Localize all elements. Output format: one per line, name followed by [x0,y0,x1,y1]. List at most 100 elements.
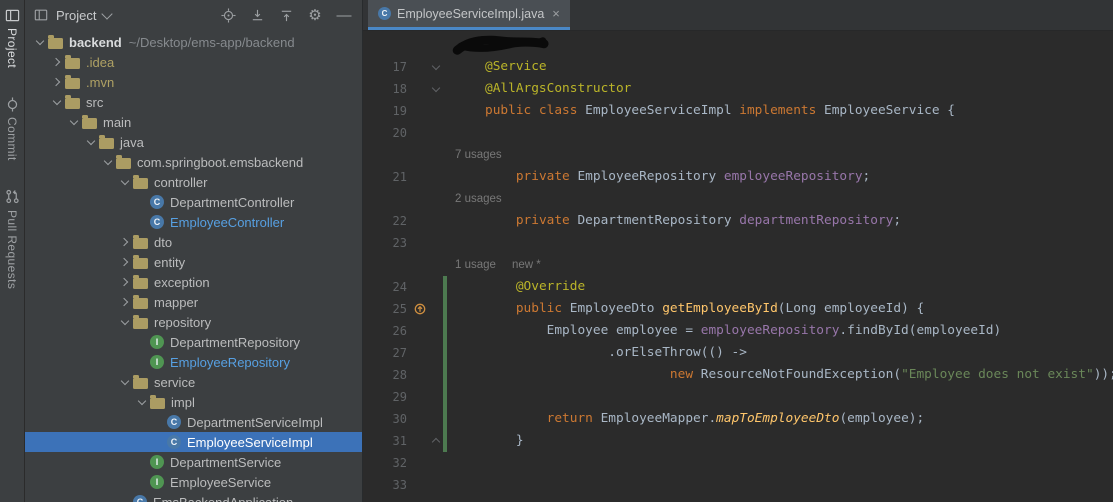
chevron-right-icon[interactable] [116,274,133,290]
tree-row[interactable]: service [25,372,362,392]
code-text: private DepartmentRepository departmentR… [447,210,1113,232]
vcs-change-bar [443,122,447,144]
close-icon[interactable]: × [552,7,560,20]
stripe-tab-project[interactable]: Project [4,0,20,75]
code-line[interactable]: 23 [363,232,1113,254]
tree-row[interactable]: exception [25,272,362,292]
tree-row[interactable]: impl [25,392,362,412]
code-line[interactable]: 31 } [363,430,1113,452]
fold-icon[interactable] [429,437,443,447]
redaction-scribble [447,34,1113,56]
chevron-down-icon[interactable] [116,314,133,330]
settings-gear-icon[interactable]: ⚙ [307,7,323,24]
chevron-down-icon[interactable] [82,134,99,150]
code-line[interactable]: 26 Employee employee = employeeRepositor… [363,320,1113,342]
fold-icon[interactable] [429,83,443,93]
code-line[interactable]: 32 [363,452,1113,474]
project-panel-title[interactable]: Project [56,8,96,23]
tree-row[interactable]: .mvn [25,72,362,92]
code-line[interactable]: 29 [363,386,1113,408]
code-line[interactable]: 22 private DepartmentRepository departme… [363,210,1113,232]
code-token: implements [739,103,817,118]
hide-icon[interactable]: — [336,7,352,24]
chevron-right-icon[interactable] [48,74,65,90]
tree-row[interactable]: backend ~/Desktop/ems-app/backend [25,32,362,52]
code-line[interactable]: 19 public class EmployeeServiceImpl imple… [363,100,1113,122]
tree-item-label: EmsBackendApplication [153,494,294,502]
interface-icon: I [150,455,164,469]
inlay-hint-row[interactable]: 7 usages [363,144,1113,166]
chevron-down-icon[interactable] [99,154,116,170]
tree-row[interactable]: controller [25,172,362,192]
code-token: } [485,433,524,448]
folder-icon [65,54,80,69]
usage-hint[interactable]: 1 usage [455,259,496,271]
code-line[interactable]: 21 private EmployeeRepository employeeRe… [363,166,1113,188]
chevron-down-icon[interactable] [31,34,48,50]
code-line[interactable]: 17 @Service [363,56,1113,78]
code-line[interactable]: 18 @AllArgsConstructor [363,78,1113,100]
chevron-right-icon[interactable] [48,54,65,70]
tree-row[interactable]: com.springboot.emsbackend [25,152,362,172]
tree-row[interactable]: I DepartmentService [25,452,362,472]
vcs-author-hint[interactable]: new * [512,259,541,271]
line-number: 19 [392,104,407,118]
line-number: 24 [392,280,407,294]
chevron-right-icon[interactable] [116,294,133,310]
tree-row[interactable]: src [25,92,362,112]
code-line[interactable]: 20 [363,122,1113,144]
tree-row[interactable]: C EmployeeController [25,212,362,232]
code-line[interactable]: 33 [363,474,1113,496]
stripe-tab-pull-requests[interactable]: Pull Requests [4,182,20,296]
expand-all-icon[interactable] [249,7,265,23]
line-number: 26 [392,324,407,338]
code-token: mapToEmployeeDto [716,411,840,426]
project-tool-icon [4,7,20,23]
locate-icon[interactable] [220,7,236,23]
tree-row[interactable]: dto [25,232,362,252]
tree-row[interactable]: mapper [25,292,362,312]
code-token: getEmployeeById [662,301,778,316]
tree-row[interactable]: .idea [25,52,362,72]
tree-row[interactable]: I EmployeeRepository [25,352,362,372]
chevron-down-icon[interactable] [133,394,150,410]
stripe-tab-commit[interactable]: Commit [4,89,20,168]
inlay-hint-row[interactable]: 1 usage new * [363,254,1113,276]
chevron-right-icon[interactable] [116,234,133,250]
code-line[interactable]: 30 return EmployeeMapper.mapToEmployeeDt… [363,408,1113,430]
code-line[interactable]: 27 .orElseThrow(() -> [363,342,1113,364]
chevron-right-icon[interactable] [116,254,133,270]
chevron-down-icon[interactable] [65,114,82,130]
tree-row[interactable]: C DepartmentServiceImpl [25,412,362,432]
code-line[interactable]: 28 new ResourceNotFoundException("Employ… [363,364,1113,386]
tree-row[interactable]: I DepartmentRepository [25,332,362,352]
code-token: "Employee does not exist" [901,367,1094,382]
tree-row[interactable]: entity [25,252,362,272]
tree-item-label: impl [171,394,195,410]
usage-hint[interactable]: 2 usages [455,193,502,205]
fold-icon[interactable] [429,61,443,71]
folder-icon [99,134,114,149]
tree-row[interactable]: C EmsBackendApplication [25,492,362,502]
code-line[interactable]: 25 public EmployeeDto getEmployeeById(Lo… [363,298,1113,320]
tree-row[interactable]: java [25,132,362,152]
usage-hint[interactable]: 7 usages [455,149,502,161]
chevron-down-icon[interactable] [101,7,114,20]
chevron-down-icon[interactable] [116,174,133,190]
folder-icon [133,374,148,389]
tree-row[interactable]: I EmployeeService [25,472,362,492]
chevron-down-icon[interactable] [116,374,133,390]
vcs-change-bar [443,452,447,474]
editor-tab[interactable]: C EmployeeServiceImpl.java × [368,0,570,30]
inlay-hint-row[interactable]: 2 usages [363,188,1113,210]
code-line[interactable]: 24 @Override [363,276,1113,298]
tree-row[interactable]: repository [25,312,362,332]
tree-row[interactable]: C DepartmentController [25,192,362,212]
collapse-all-icon[interactable] [278,7,294,23]
tree-row[interactable]: main [25,112,362,132]
tree-row[interactable]: C EmployeeServiceImpl [25,432,362,452]
chevron-down-icon[interactable] [48,94,65,110]
redacted-row[interactable] [363,34,1113,56]
code-token: @Override [515,279,586,294]
